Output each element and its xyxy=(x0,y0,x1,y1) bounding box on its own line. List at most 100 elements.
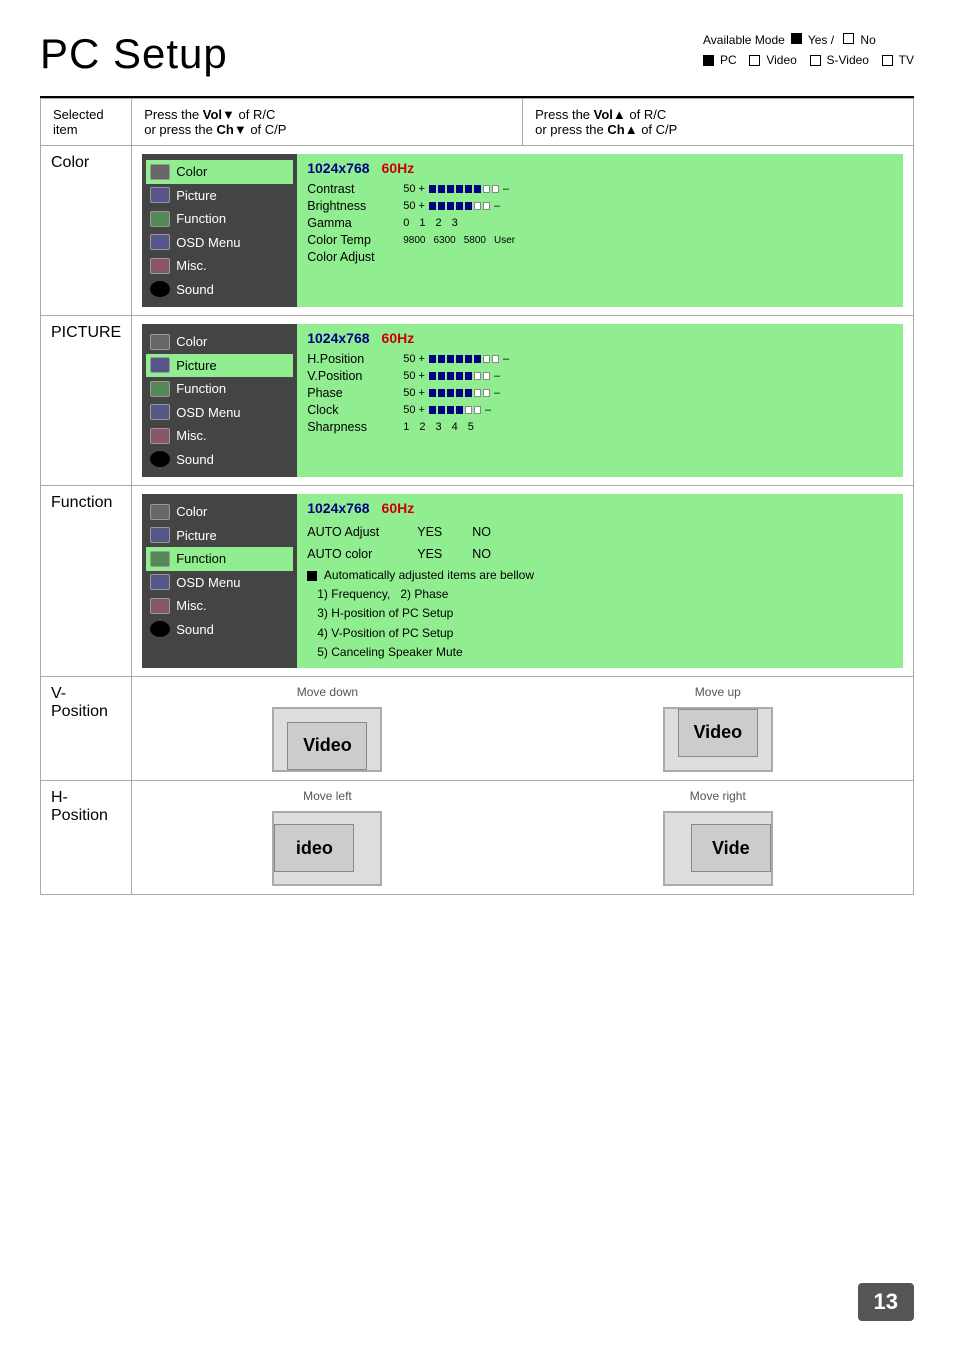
gamma-2: 2 xyxy=(435,217,441,229)
picture-row: PICTURE Color Picture Function xyxy=(41,316,914,486)
seg xyxy=(465,406,472,414)
seg xyxy=(474,355,481,363)
hposition-row: H.Position 50 + xyxy=(307,352,893,366)
color-row: Color Color Picture Function xyxy=(41,146,914,316)
bullet-item-1: 1) Frequency, 2) Phase xyxy=(307,585,893,604)
func-details: AUTO Adjust YES NO AUTO color YES NO xyxy=(307,522,893,662)
brightness-bar: 50 + – xyxy=(403,200,500,212)
vposition-row: V.Position 50 + xyxy=(307,369,893,383)
color-freq-value: 60Hz xyxy=(382,160,415,176)
auto-adjust-values: YES NO xyxy=(417,522,491,542)
seg xyxy=(447,372,454,380)
seg xyxy=(465,185,472,193)
color-resolution: 1024x768 60Hz xyxy=(307,160,893,176)
phase-bar-segs xyxy=(429,389,490,397)
vposition-section-label: V-Position xyxy=(41,676,132,780)
func-menu-sound: Sound xyxy=(150,618,289,642)
function-label: Function xyxy=(41,486,132,677)
color-res-value: 1024x768 xyxy=(307,160,369,176)
color-label: Color xyxy=(41,146,132,316)
hposition-section-label: H-Position xyxy=(41,780,132,894)
sharp-4: 4 xyxy=(452,421,458,433)
coloradjust-label: Color Adjust xyxy=(307,250,397,264)
auto-color-row: AUTO color YES NO xyxy=(307,544,893,564)
auto-color-yes: YES xyxy=(417,544,442,564)
picture-picture-icon xyxy=(150,357,170,373)
seg xyxy=(429,389,436,397)
picture-menu-sound-label: Sound xyxy=(176,450,214,470)
temp-user: User xyxy=(494,235,515,246)
func-function-icon xyxy=(150,551,170,567)
hpos-left-inner: ideo xyxy=(274,824,354,872)
colortemp-row: Color Temp 9800 6300 5800 User xyxy=(307,233,893,247)
vposition-section-content: Move down Video Move up Video xyxy=(132,676,914,780)
sound-icon xyxy=(150,281,170,297)
pc-label: PC xyxy=(720,50,743,70)
auto-color-values: YES NO xyxy=(417,544,491,564)
color-menu-misc: Misc. xyxy=(150,254,289,278)
seg xyxy=(447,389,454,397)
gamma-options: 0 1 2 3 xyxy=(403,217,458,229)
header-left-cell: Press the Vol▼ of R/C or press the Ch▼ o… xyxy=(132,99,523,146)
bullet-item-3: 4) V-Position of PC Setup xyxy=(307,624,893,643)
seg xyxy=(438,389,445,397)
seg xyxy=(474,389,481,397)
color-menu-osd-label: OSD Menu xyxy=(176,233,240,253)
yes-filled-icon xyxy=(791,30,802,50)
seg xyxy=(492,355,499,363)
vpos-down-half: Move down Video xyxy=(132,677,522,780)
clock-minus: – xyxy=(485,404,491,416)
color-menu-picture: Picture xyxy=(150,184,289,208)
contrast-label: Contrast xyxy=(307,182,397,196)
auto-adjust-row: AUTO Adjust YES NO xyxy=(307,522,893,542)
seg xyxy=(456,406,463,414)
no-label: No xyxy=(860,30,875,50)
video-empty-icon xyxy=(749,55,760,66)
color-osd-right: 1024x768 60Hz Contrast 50 + xyxy=(297,154,903,307)
picture-menu-osd-label: OSD Menu xyxy=(176,403,240,423)
tv-empty-icon xyxy=(882,55,893,66)
osd-icon xyxy=(150,234,170,250)
function-osd-menu: Color Picture Function OSD Menu xyxy=(142,494,297,668)
color-osd-panel: Color Picture Function OSD Menu xyxy=(142,154,903,307)
hposition-label: H.Position xyxy=(307,352,397,366)
seg xyxy=(456,372,463,380)
auto-adjust-label: AUTO Adjust xyxy=(307,522,397,542)
func-menu-osd-label: OSD Menu xyxy=(176,573,240,593)
pc-checked-icon xyxy=(703,55,714,66)
seg xyxy=(438,372,445,380)
vpos-bar-segs xyxy=(429,372,490,380)
picture-osd-right: 1024x768 60Hz H.Position 50 + xyxy=(297,324,903,477)
mode-line-2: PC Video S-Video TV xyxy=(703,50,914,70)
auto-items-list: Automatically adjusted items are bellow … xyxy=(307,566,893,662)
seg xyxy=(456,202,463,210)
func-picture-icon xyxy=(150,527,170,543)
picture-menu-color: Color xyxy=(150,330,289,354)
vpos-up-half: Move up Video xyxy=(523,677,913,780)
function-row: Function Color Picture Function xyxy=(41,486,914,677)
picture-color-icon xyxy=(150,334,170,350)
bullet-text: Automatically adjusted items are bellow xyxy=(324,568,534,582)
vposition-label: V.Position xyxy=(307,369,397,383)
seg xyxy=(447,202,454,210)
tv-label: TV xyxy=(899,50,914,70)
gamma-0: 0 xyxy=(403,217,409,229)
clock-bar-segs xyxy=(429,406,481,414)
picture-menu-misc: Misc. xyxy=(150,424,289,448)
seg xyxy=(429,372,436,380)
picture-icon xyxy=(150,187,170,203)
sharp-1: 1 xyxy=(403,421,409,433)
gamma-label: Gamma xyxy=(307,216,397,230)
phase-minus: – xyxy=(494,387,500,399)
func-menu-picture-label: Picture xyxy=(176,526,216,546)
contrast-minus: – xyxy=(503,183,509,195)
seg xyxy=(465,372,472,380)
picture-sound-icon xyxy=(150,451,170,467)
auto-adjust-yes: YES xyxy=(417,522,442,542)
hpos-right-half: Move right Vide xyxy=(523,781,913,894)
seg xyxy=(456,355,463,363)
color-menu-picture-label: Picture xyxy=(176,186,216,206)
gamma-row: Gamma 0 1 2 3 xyxy=(307,216,893,230)
vposition-bar: 50 + – xyxy=(403,370,500,382)
picture-osd-menu: Color Picture Function OSD Menu xyxy=(142,324,297,477)
